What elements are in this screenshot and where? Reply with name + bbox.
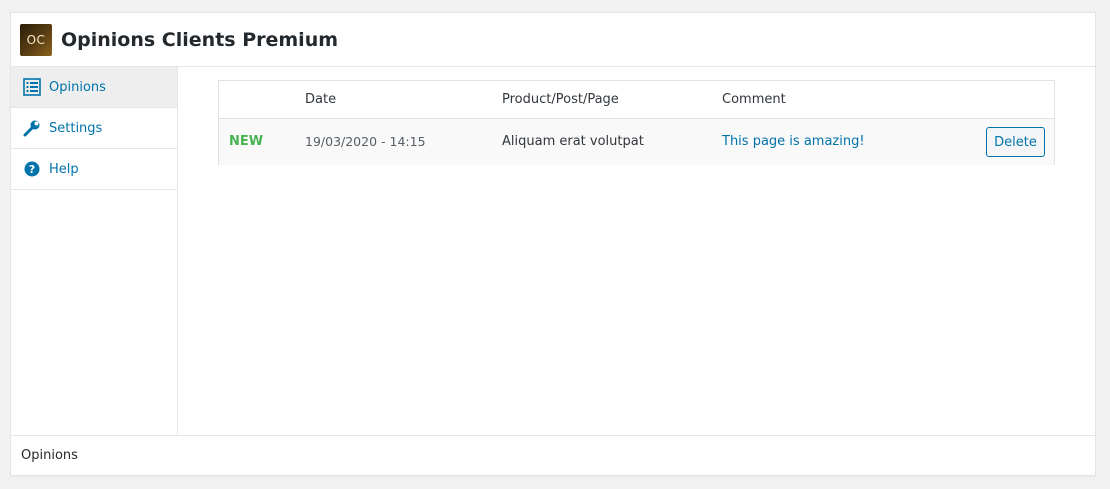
plugin-logo: OC <box>20 23 52 56</box>
plugin-panel: OC Opinions Clients Premium Opinions Set… <box>10 12 1096 476</box>
sidebar-item-opinions[interactable]: Opinions <box>11 67 177 108</box>
opinion-product: Aliquam erat volutpat <box>502 134 644 149</box>
status-badge: NEW <box>229 134 264 149</box>
opinion-date: 19/03/2020 - 14:15 <box>305 134 426 149</box>
column-header-product: Product/Post/Page <box>502 92 619 107</box>
table-row: NEW 19/03/2020 - 14:15 Aliquam erat volu… <box>219 119 1054 165</box>
page-title: Opinions Clients Premium <box>61 28 339 51</box>
footer-label: Opinions <box>21 448 78 463</box>
column-header-date: Date <box>305 92 337 107</box>
opinion-comment-link[interactable]: This page is amazing! <box>722 134 865 149</box>
wrench-icon <box>23 119 41 137</box>
sidebar-item-label: Opinions <box>49 79 106 95</box>
main-content: Date Product/Post/Page Comment NEW 19/03… <box>178 67 1095 436</box>
help-icon: ? <box>23 160 41 178</box>
sidebar-item-help[interactable]: ? Help <box>11 149 177 190</box>
footer-bar: Opinions <box>11 435 1095 475</box>
column-header-comment: Comment <box>722 92 786 107</box>
svg-text:?: ? <box>29 163 35 176</box>
sidebar-item-settings[interactable]: Settings <box>11 108 177 149</box>
sidebar-item-label: Settings <box>49 120 103 136</box>
plugin-header: OC Opinions Clients Premium <box>11 13 1095 67</box>
list-icon <box>23 78 41 96</box>
sidebar-nav: Opinions Settings ? Help <box>11 67 178 436</box>
delete-button[interactable]: Delete <box>986 127 1045 157</box>
opinions-table: Date Product/Post/Page Comment NEW 19/03… <box>218 80 1055 165</box>
sidebar-item-label: Help <box>49 161 79 177</box>
table-header: Date Product/Post/Page Comment <box>219 81 1054 119</box>
